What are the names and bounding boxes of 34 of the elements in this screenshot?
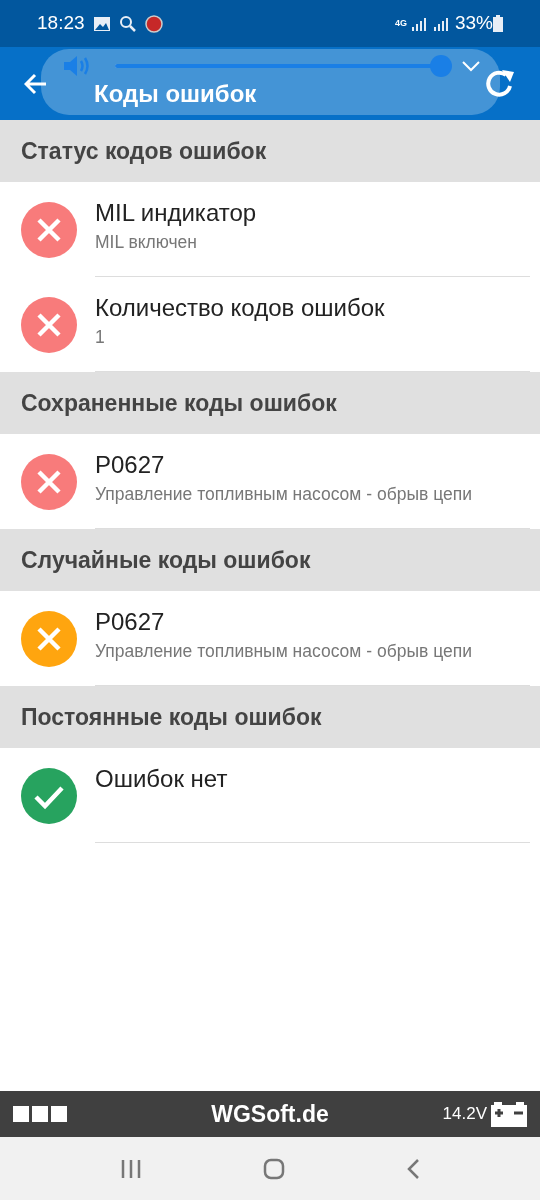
item-title: MIL индикатор	[95, 198, 258, 228]
signal-icon	[410, 15, 429, 32]
battery-percent: 33%	[454, 11, 493, 36]
item-title: Ошибок нет	[95, 764, 229, 794]
section-header: Сохраненные коды ошибок	[21, 388, 337, 418]
connection-indicator-icon	[13, 1106, 67, 1122]
signal-icon	[432, 15, 451, 32]
item-title: P0627	[95, 607, 166, 637]
section-header: Случайные коды ошибок	[21, 545, 311, 575]
section-header: Постоянные коды ошибок	[21, 702, 322, 732]
speaker-icon	[62, 54, 90, 78]
item-subtitle: Управление топливным насосом - обрыв цепи	[95, 640, 473, 663]
record-icon	[144, 14, 163, 33]
recent-apps-icon[interactable]	[120, 1158, 143, 1179]
network-type: 4G	[394, 19, 407, 28]
item-title: P0627	[95, 450, 166, 480]
voltage-reading: 14.2V	[442, 1103, 487, 1126]
status-time: 18:23	[37, 11, 85, 36]
item-subtitle: Управление топливным насосом - обрыв цепи	[95, 483, 473, 506]
screen-title: Коды ошибок	[94, 78, 257, 109]
refresh-icon[interactable]	[484, 67, 516, 100]
section-header: Статус кодов ошибок	[21, 136, 267, 166]
home-icon[interactable]	[263, 1157, 285, 1180]
item-subtitle: 1	[95, 326, 106, 349]
back-icon[interactable]	[405, 1157, 420, 1180]
item-subtitle: MIL включен	[95, 231, 198, 254]
search-icon	[118, 14, 137, 33]
chevron-down-icon[interactable]	[462, 61, 480, 72]
brand-label: WGSoft.de	[210, 1099, 330, 1129]
image-icon	[92, 15, 111, 32]
back-arrow-icon[interactable]	[24, 72, 48, 95]
battery-icon	[493, 15, 503, 32]
car-battery-icon	[491, 1101, 527, 1127]
item-title: Количество кодов ошибок	[95, 293, 386, 323]
